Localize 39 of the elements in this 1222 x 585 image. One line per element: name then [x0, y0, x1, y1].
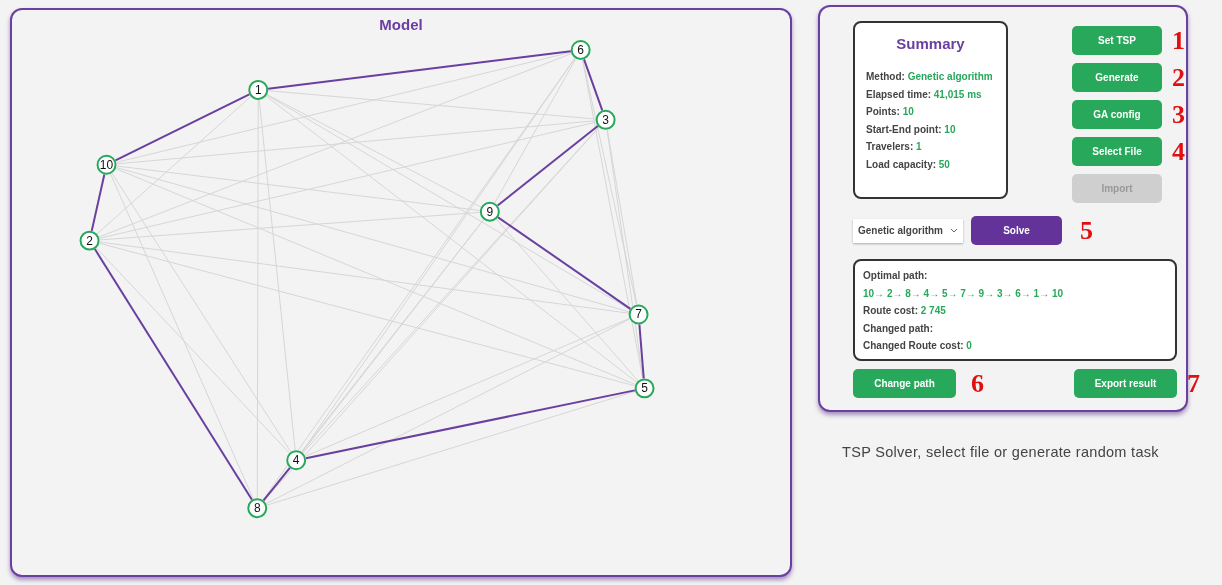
- method-select[interactable]: Genetic algorithm: [853, 218, 963, 243]
- summary-field: Start-End point: 10: [866, 120, 1006, 138]
- result-value: 10→ 2→ 8→ 4→ 5→ 7→ 9→ 3→ 6→ 1→ 10: [863, 286, 1065, 301]
- graph-node: 9: [479, 201, 500, 222]
- graph-node: 8: [247, 498, 268, 519]
- graph-node: 5: [634, 378, 655, 399]
- summary-field: Load capacity: 50: [866, 155, 1006, 173]
- graph-node: 4: [286, 450, 307, 471]
- export-button[interactable]: Export result: [1074, 369, 1177, 398]
- action-button[interactable]: Select File: [1072, 137, 1162, 166]
- result-field: Changed Route cost: 0: [863, 337, 1175, 355]
- step-number: 5: [1080, 217, 1093, 244]
- step-number: 6: [971, 370, 984, 397]
- graph-node: 10: [96, 154, 117, 175]
- graph-node: 3: [595, 109, 616, 130]
- graph-node: 2: [79, 230, 100, 251]
- summary-field: Points: 10: [866, 103, 1006, 121]
- result-field: Changed path:: [863, 319, 1175, 337]
- status-text: TSP Solver, select file or generate random task: [842, 444, 1160, 462]
- graph-node: 1: [248, 79, 269, 100]
- action-button[interactable]: Generate: [1072, 63, 1162, 92]
- change-path-button[interactable]: Change path: [853, 369, 956, 398]
- result-label: Optimal path:: [863, 269, 929, 283]
- summary-title: Summary: [895, 35, 966, 52]
- solve-button[interactable]: Solve: [971, 216, 1062, 245]
- graph-node: 7: [628, 304, 649, 325]
- panel-title: Model: [379, 16, 423, 35]
- action-button[interactable]: GA config: [1072, 100, 1162, 129]
- graph-node: 6: [570, 39, 591, 60]
- summary-field: Method: Genetic algorithm: [866, 68, 1006, 86]
- step-number: 7: [1187, 370, 1200, 397]
- summary-field: Elapsed time: 41,015 ms: [866, 85, 1006, 103]
- step-number: 4: [1172, 138, 1185, 165]
- step-number: 2: [1172, 64, 1185, 91]
- step-number: 1: [1172, 27, 1185, 54]
- action-button[interactable]: Set TSP: [1072, 26, 1162, 55]
- summary-field: Travelers: 1: [866, 138, 1006, 156]
- step-number: 3: [1172, 101, 1185, 128]
- result-field: Route cost: 2 745: [863, 302, 1175, 320]
